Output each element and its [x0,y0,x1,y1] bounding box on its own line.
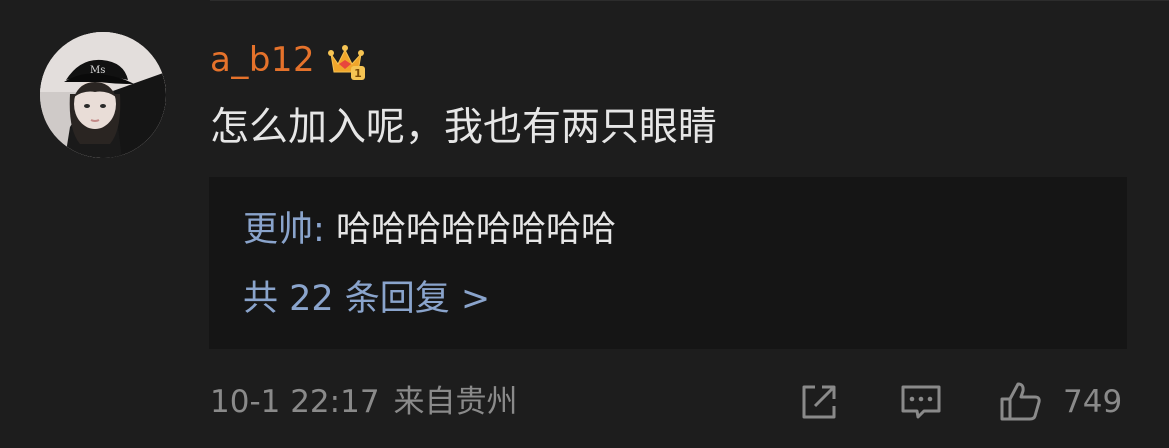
source-location: 来自贵州 [393,384,518,420]
like-button[interactable]: 749 [997,378,1122,426]
username-row: a_b12 1 [210,36,369,84]
svg-text:1: 1 [354,67,362,80]
username[interactable]: a_b12 [210,36,315,84]
reply-line: 更帅: 哈哈哈哈哈哈哈哈 [243,205,616,255]
comment-icon [901,385,941,419]
divider [210,0,1169,1]
share-button[interactable] [795,378,843,426]
view-replies-link[interactable]: 共 22 条回复 > [243,274,490,324]
avatar[interactable]: Ms [40,32,166,158]
thumbs-up-icon [1000,382,1041,421]
reply-preview[interactable]: 更帅: 哈哈哈哈哈哈哈哈 共 22 条回复 > [209,177,1127,349]
comment-button[interactable] [897,378,945,426]
share-icon [802,385,836,419]
reply-content: 哈哈哈哈哈哈哈哈 [335,210,616,250]
avatar-photo-icon: Ms [40,32,166,158]
svg-text:Ms: Ms [90,65,105,76]
reply-separator: : [313,210,336,250]
comment-card: Ms a_b12 1 怎么加入呢，我也有两只眼睛 更帅: 哈哈哈哈哈哈哈哈 共 … [0,0,1169,448]
vip-crown-badge-icon: 1 [328,45,366,80]
like-count: 749 [1063,384,1123,420]
reply-author[interactable]: 更帅 [243,210,313,250]
comment-meta: 10-1 22:17 来自贵州 [210,379,518,425]
comment-text: 怎么加入呢，我也有两只眼睛 [210,105,718,150]
timestamp: 10-1 22:17 [210,384,380,420]
